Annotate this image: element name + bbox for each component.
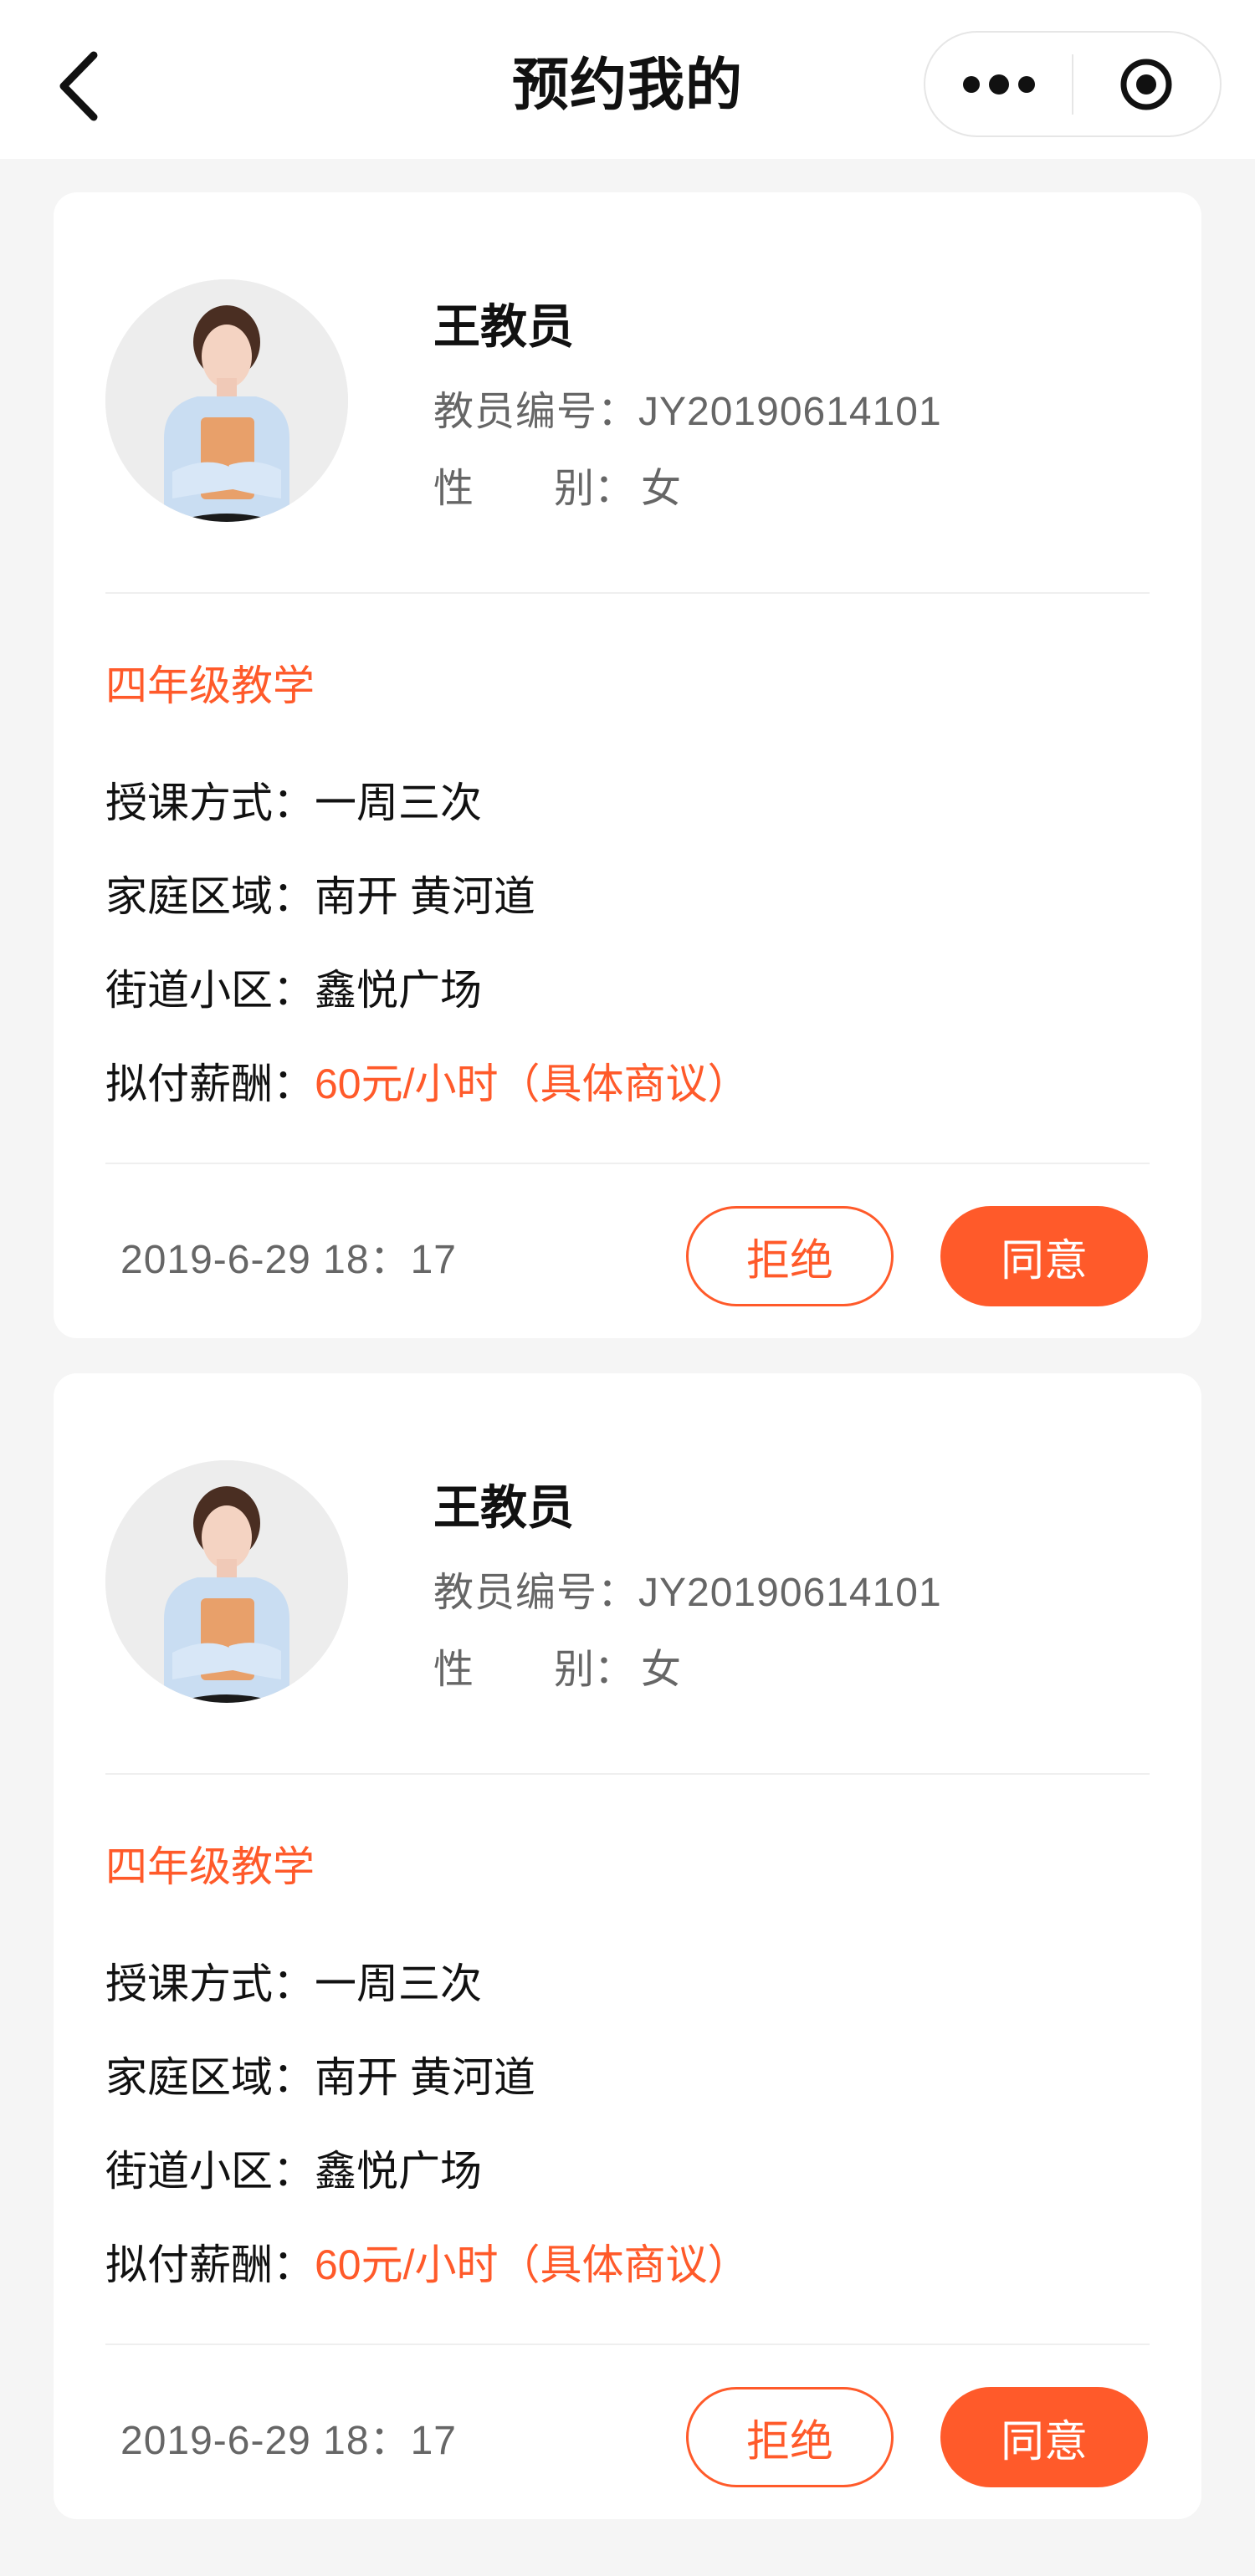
- field-value: 一周三次: [315, 779, 482, 826]
- target-icon: [1120, 59, 1172, 110]
- subject-title: 四年级教学: [105, 1843, 315, 1890]
- reservation-card: 王教员 教员编号：JY20190614101 性 别： 女 四年级教学 授课方式…: [54, 192, 1201, 1338]
- teacher-id: 教员编号：JY20190614101: [433, 1559, 942, 1618]
- field-label: 授课方式：: [105, 779, 315, 826]
- salary-value: 60元/小时（具体商议）: [315, 1061, 750, 1107]
- divider: [105, 2343, 1150, 2345]
- field-label: 授课方式：: [105, 1960, 315, 2007]
- gender-value: 女: [641, 467, 682, 511]
- detail-row-community: 街道小区：鑫悦广场: [105, 2138, 482, 2198]
- teacher-name: 王教员: [433, 300, 574, 353]
- field-label: 家庭区域：: [105, 2054, 315, 2101]
- gender-label: 性 别：: [433, 1648, 635, 1692]
- teacher-photo: [105, 1460, 348, 1703]
- avatar: [105, 1460, 348, 1703]
- reservation-time: 2019-6-29 18：17: [120, 2419, 457, 2463]
- teacher-gender: 性 别： 女: [433, 1636, 681, 1694]
- detail-row-teaching-method: 授课方式：一周三次: [105, 1950, 482, 2011]
- teacher-id: 教员编号：JY20190614101: [433, 378, 942, 437]
- field-value: 一周三次: [315, 1960, 482, 2007]
- divider: [105, 1163, 1150, 1164]
- reservation-card: 王教员 教员编号：JY20190614101 性 别： 女 四年级教学 授课方式…: [54, 1373, 1201, 2519]
- more-dots-icon: [962, 74, 1035, 95]
- teacher-gender: 性 别： 女: [433, 455, 681, 514]
- field-label: 街道小区：: [105, 967, 315, 1014]
- gender-value: 女: [641, 1648, 682, 1692]
- close-mini-program-button[interactable]: [1073, 31, 1220, 137]
- field-value: 鑫悦广场: [315, 967, 482, 1014]
- detail-row-teaching-method: 授课方式：一周三次: [105, 769, 482, 830]
- chevron-left-icon: [59, 51, 98, 121]
- field-label: 拟付薪酬：: [105, 2241, 315, 2288]
- field-label: 街道小区：: [105, 2148, 315, 2195]
- top-navigation-bar: 预约我的: [0, 0, 1255, 159]
- divider: [105, 592, 1150, 594]
- field-value: 南开 黄河道: [315, 2054, 535, 2101]
- teacher-id-label: 教员编号：: [433, 390, 639, 434]
- field-value: 南开 黄河道: [315, 873, 535, 920]
- teacher-id-label: 教员编号：: [433, 1571, 639, 1615]
- detail-row-salary: 拟付薪酬：60元/小时（具体商议）: [105, 2231, 750, 2292]
- field-value: 鑫悦广场: [315, 2148, 482, 2195]
- detail-row-community: 街道小区：鑫悦广场: [105, 957, 482, 1017]
- detail-row-area: 家庭区域：南开 黄河道: [105, 863, 535, 923]
- teacher-photo: [105, 279, 348, 522]
- salary-value: 60元/小时（具体商议）: [315, 2241, 750, 2288]
- teacher-id-value: JY20190614101: [638, 1571, 942, 1615]
- subject-title: 四年级教学: [105, 662, 315, 709]
- teacher-id-value: JY20190614101: [638, 390, 942, 434]
- reservation-time: 2019-6-29 18：17: [120, 1238, 457, 1282]
- reject-button[interactable]: 拒绝: [686, 2387, 894, 2487]
- detail-row-salary: 拟付薪酬：60元/小时（具体商议）: [105, 1050, 750, 1111]
- back-button[interactable]: [50, 49, 109, 124]
- avatar: [105, 279, 348, 522]
- gender-label: 性 别：: [433, 467, 635, 511]
- agree-button[interactable]: 同意: [940, 1206, 1148, 1306]
- agree-button[interactable]: 同意: [940, 2387, 1148, 2487]
- field-label: 拟付薪酬：: [105, 1061, 315, 1107]
- reject-button[interactable]: 拒绝: [686, 1206, 894, 1306]
- divider: [105, 1773, 1150, 1775]
- teacher-name: 王教员: [433, 1481, 574, 1534]
- more-button[interactable]: [925, 31, 1072, 137]
- field-label: 家庭区域：: [105, 873, 315, 920]
- mini-program-capsule: [924, 31, 1222, 137]
- detail-row-area: 家庭区域：南开 黄河道: [105, 2044, 535, 2104]
